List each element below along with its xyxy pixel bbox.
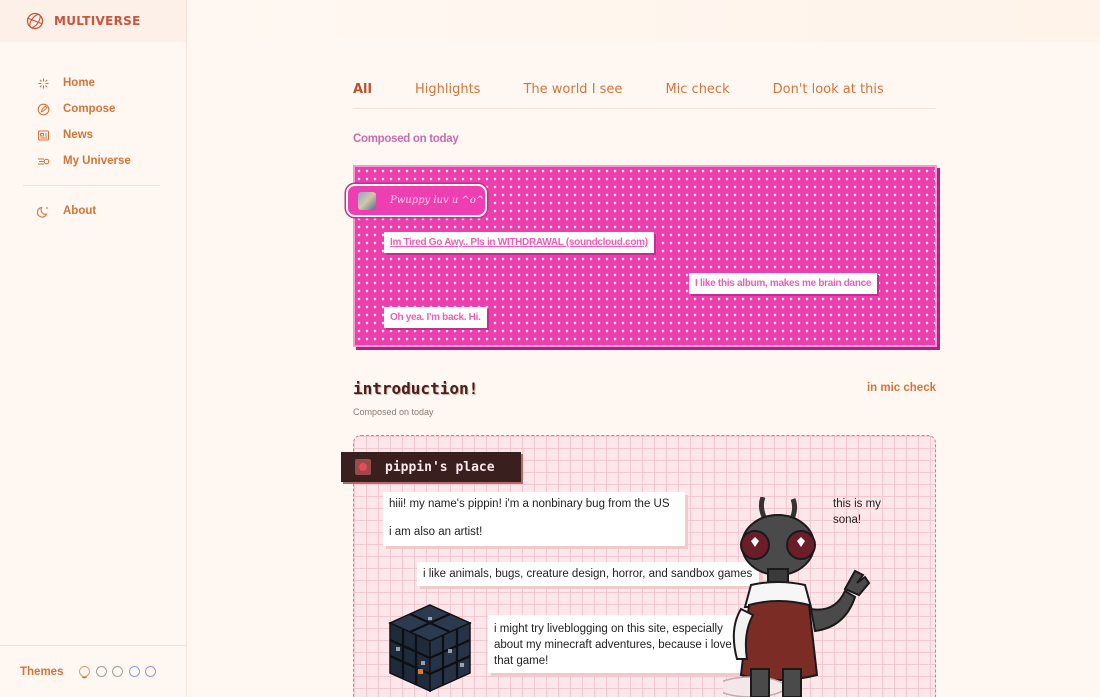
compose-icon [36, 102, 50, 116]
post-date: Composed on today [353, 407, 434, 417]
post-author-badge[interactable]: Pwuppy luv u ^o^ [346, 184, 487, 217]
tab-mic-check[interactable]: Mic check [665, 82, 729, 108]
sidebar-item-label: News [63, 129, 94, 141]
sparkle-icon [36, 76, 50, 90]
universe-icon [36, 154, 50, 168]
theme-swatch[interactable] [95, 666, 107, 677]
collection-link[interactable]: mic check [880, 382, 936, 394]
theme-swatch[interactable] [128, 666, 140, 677]
sidebar-item-compose[interactable]: Compose [36, 96, 186, 122]
sidebar-item-label: Compose [63, 103, 116, 115]
badge-text: Pwuppy luv u ^o^ [390, 195, 485, 206]
theme-swatch[interactable] [145, 666, 157, 677]
collection-tabs: All Highlights The world I see Mic check… [353, 82, 936, 109]
sidebar-item-about[interactable]: About [36, 198, 186, 224]
theme-swatch[interactable] [112, 666, 124, 677]
moon-icon [36, 204, 50, 218]
interests-note: i like animals, bugs, creature design, h… [417, 562, 759, 586]
theme-picker: Themes [0, 645, 187, 697]
secondary-nav: About [0, 198, 186, 224]
pink-note: Oh yea. I'm back. Hi. [384, 307, 487, 328]
sidebar-item-my-universe[interactable]: My Universe [36, 148, 186, 174]
place-name: pippin's place [385, 459, 495, 475]
pink-note: I like this album, makes me brain dance [689, 273, 878, 294]
spawner-cube-image [388, 604, 472, 693]
place-header: pippin's place [341, 452, 521, 482]
sidebar-item-news[interactable]: News [36, 122, 186, 148]
avatar [358, 191, 376, 210]
tab-highlights[interactable]: Highlights [415, 82, 480, 108]
collection-prefix: in [866, 382, 878, 394]
top-bar [187, 0, 1100, 42]
tab-dont-look[interactable]: Don't look at this [773, 82, 884, 108]
soundcloud-link[interactable]: Im Tired Go Awy.. Pls in WITHDRAWAL (sou… [384, 232, 654, 253]
intro-line: i am also an artist! [389, 526, 483, 538]
sidebar-item-label: About [63, 205, 97, 217]
bug-sona-image [723, 497, 871, 697]
themes-label: Themes [20, 665, 64, 678]
nav-divider [23, 185, 160, 186]
globe-icon [26, 12, 44, 30]
sidebar: MULTIVERSE Home Compose News My Universe [0, 0, 187, 697]
sidebar-item-label: My Universe [63, 155, 131, 167]
theme-swatch[interactable] [79, 666, 91, 677]
sidebar-item-label: Home [63, 77, 95, 89]
intro-line: hiii! my name's pippin! i'm a nonbinary … [389, 498, 670, 510]
brand[interactable]: MULTIVERSE [0, 0, 186, 42]
post-title[interactable]: introduction! [353, 379, 478, 398]
post-collection: in mic check [867, 382, 936, 394]
avatar [355, 459, 371, 475]
composed-date-header: Composed on today [353, 133, 459, 145]
sidebar-item-home[interactable]: Home [36, 70, 186, 96]
intro-note: hiii! my name's pippin! i'm a nonbinary … [383, 492, 685, 546]
tab-all[interactable]: All [353, 82, 372, 108]
tab-world-i-see[interactable]: The world I see [523, 82, 622, 108]
brand-name: MULTIVERSE [54, 14, 141, 28]
minecraft-note: i might try liveblogging on this site, e… [488, 615, 742, 673]
main-nav: Home Compose News My Universe [0, 70, 186, 174]
news-icon [36, 128, 50, 142]
